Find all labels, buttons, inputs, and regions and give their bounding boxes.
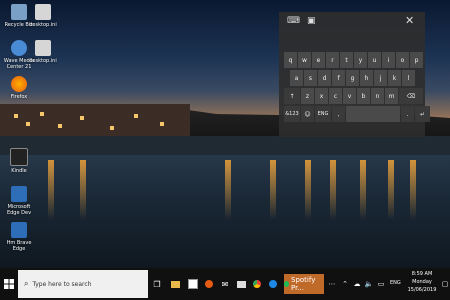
desktop-icon-edge-dev[interactable]: Microsoft Edge Dev xyxy=(2,186,36,216)
taskbar: ⌕ Type here to search ❐ ✉ Spotify Pr... … xyxy=(0,268,450,300)
chrome-icon[interactable] xyxy=(250,268,264,300)
file-explorer-icon[interactable] xyxy=(168,268,182,300)
key-r[interactable]: r xyxy=(326,52,339,68)
key-symbols[interactable]: &123 xyxy=(284,106,300,122)
keyboard-close-icon[interactable]: ✕ xyxy=(405,14,414,27)
firefox-icon xyxy=(11,76,27,92)
desktop-icon-desktop-ini-2[interactable]: desktop.ini xyxy=(26,40,60,64)
volume-icon[interactable]: 🔈 xyxy=(364,268,374,300)
key-q[interactable]: q xyxy=(284,52,297,68)
key-p[interactable]: p xyxy=(410,52,423,68)
tray-chevron-icon[interactable]: ⌃ xyxy=(340,268,350,300)
search-placeholder: Type here to search xyxy=(32,280,92,288)
task-view-icon[interactable]: ❐ xyxy=(150,268,164,300)
keyboard-settings-icon[interactable]: ⌨ xyxy=(287,16,300,26)
edge-dev-icon xyxy=(11,186,27,202)
key-period[interactable]: . xyxy=(401,106,414,122)
key-space[interactable] xyxy=(346,106,400,122)
key-shift[interactable]: ↑ xyxy=(284,88,300,104)
wallpaper-shore xyxy=(0,136,450,156)
key-s[interactable]: s xyxy=(304,70,317,86)
clock-time: 8:59 AM xyxy=(411,271,433,277)
more-apps-icon[interactable]: ⋯ xyxy=(326,268,338,300)
language-indicator[interactable]: ENG xyxy=(390,280,401,286)
file-icon xyxy=(35,40,51,56)
key-e[interactable]: e xyxy=(312,52,325,68)
key-x[interactable]: x xyxy=(315,88,328,104)
keyboard-toolbar: ⌨ ▣ ✕ xyxy=(279,12,425,32)
search-box[interactable]: ⌕ Type here to search xyxy=(18,270,148,298)
key-c[interactable]: c xyxy=(329,88,342,104)
key-v[interactable]: v xyxy=(343,88,356,104)
clock-day: Monday xyxy=(412,279,432,285)
key-k[interactable]: k xyxy=(388,70,401,86)
media-center-icon xyxy=(11,40,27,56)
mail-icon[interactable]: ✉ xyxy=(218,268,232,300)
gallery-icon[interactable] xyxy=(234,268,248,300)
wallpaper-houses xyxy=(0,104,190,138)
key-h[interactable]: h xyxy=(360,70,373,86)
key-emoji[interactable]: ☺ xyxy=(301,106,314,122)
key-u[interactable]: u xyxy=(368,52,381,68)
touch-keyboard: ⌨ ▣ ✕ q w e r t y u i o p a s d f g h j … xyxy=(279,12,430,137)
key-comma[interactable]: , xyxy=(332,106,345,122)
key-o[interactable]: o xyxy=(396,52,409,68)
key-n[interactable]: n xyxy=(371,88,384,104)
desktop-icon-edge-beta[interactable]: Hm Brave Edge xyxy=(2,222,36,252)
key-f[interactable]: f xyxy=(332,70,345,86)
key-t[interactable]: t xyxy=(340,52,353,68)
key-language[interactable]: ENG xyxy=(315,106,331,122)
spotify-taskbar-button[interactable]: Spotify Pr... xyxy=(284,274,324,294)
edge-icon[interactable] xyxy=(266,268,280,300)
keyboard-clipboard-icon[interactable]: ▣ xyxy=(307,16,316,26)
key-m[interactable]: m xyxy=(385,88,398,104)
search-icon: ⌕ xyxy=(24,279,29,288)
key-i[interactable]: i xyxy=(382,52,395,68)
key-d[interactable]: d xyxy=(318,70,331,86)
desktop-icon-kindle[interactable]: Kindle xyxy=(2,148,36,174)
key-y[interactable]: y xyxy=(354,52,367,68)
onedrive-icon[interactable]: ☁ xyxy=(352,268,362,300)
firefox-taskbar-icon[interactable] xyxy=(202,268,216,300)
recycle-bin-icon xyxy=(11,4,27,20)
file-icon xyxy=(35,4,51,20)
key-l[interactable]: l xyxy=(402,70,415,86)
key-enter[interactable]: ↵ xyxy=(415,106,430,122)
key-w[interactable]: w xyxy=(298,52,311,68)
start-button[interactable] xyxy=(0,268,18,300)
notifications-icon[interactable]: ▢ xyxy=(440,268,450,300)
key-g[interactable]: g xyxy=(346,70,359,86)
desktop-icon-firefox[interactable]: Firefox xyxy=(2,76,36,100)
network-icon[interactable]: ▭ xyxy=(376,268,386,300)
key-j[interactable]: j xyxy=(374,70,387,86)
clock[interactable]: 8:59 AM Monday 15/06/2019 xyxy=(404,270,440,294)
kindle-icon xyxy=(10,148,28,166)
clock-date: 15/06/2019 xyxy=(407,287,437,293)
store-icon[interactable] xyxy=(186,268,200,300)
key-a[interactable]: a xyxy=(290,70,303,86)
desktop-icon-desktop-ini[interactable]: desktop.ini xyxy=(26,4,60,28)
key-b[interactable]: b xyxy=(357,88,370,104)
windows-logo-icon xyxy=(4,279,14,289)
spotify-icon xyxy=(284,281,289,287)
key-backspace[interactable]: ⌫ xyxy=(399,88,423,104)
edge-beta-icon xyxy=(11,222,27,238)
key-z[interactable]: z xyxy=(301,88,314,104)
